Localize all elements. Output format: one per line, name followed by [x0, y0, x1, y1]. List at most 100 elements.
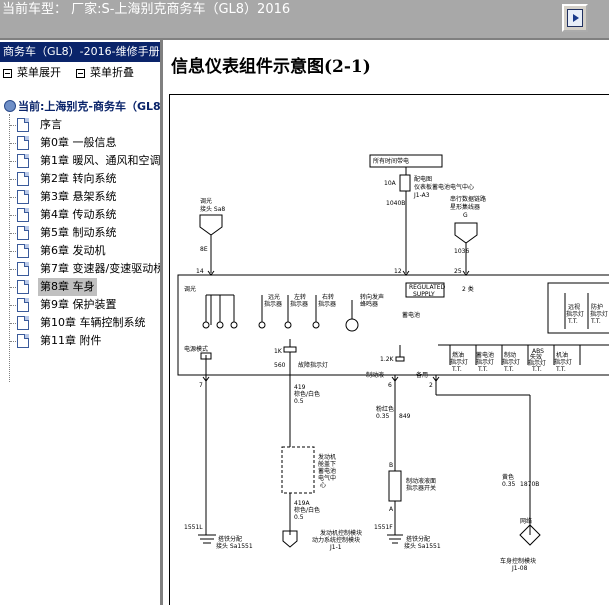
chime-label-1: 转向发声: [360, 293, 384, 301]
collapse-label: 菜单折叠: [90, 66, 134, 79]
tree-item-chapter-2[interactable]: 第2章 转向系统: [0, 170, 160, 188]
tree-item-preface[interactable]: 序言: [0, 116, 160, 134]
tree-item-label: 第4章 传动系统: [40, 208, 117, 221]
page-icon: [17, 118, 29, 132]
page-title: 信息仪表组件示意图(2-1): [171, 57, 371, 77]
tree-item-chapter-10[interactable]: 第10章 车辆控制系统: [0, 314, 160, 332]
dimmer-connector-icon: [199, 214, 223, 236]
hot-label: 所有时间带电: [373, 157, 409, 165]
pin-25: 25: [454, 268, 462, 275]
bcm-label-1: 车身控制模块: [500, 557, 536, 565]
tree-item-chapter-1[interactable]: 第1章 暖风、通风和空调: [0, 152, 160, 170]
cluster-dimmer-label: 调光: [184, 285, 196, 293]
dimmer-label-1: 调光: [200, 197, 212, 205]
fuel-label-3: T.T.: [451, 366, 462, 373]
tree-root[interactable]: 当前:上海别克-商务车（GL8）: [0, 98, 160, 116]
page-icon: [17, 262, 29, 276]
page-icon: [17, 244, 29, 258]
page-icon: [17, 226, 29, 240]
batt-lamp-label-1: 蓄电池: [476, 351, 494, 359]
serial-label-1: 串行数据链路: [450, 195, 486, 203]
fuel-label-2: 指示灯: [450, 358, 468, 366]
pin-6: 6: [388, 382, 392, 389]
oil-label-1: 机油: [556, 351, 568, 359]
ground-left-label-1: 搭铁分配: [218, 535, 242, 543]
content-pane: 信息仪表组件示意图(2-1) 所有时间带电 10A 配电图 仪表板蓄电池电气中心…: [163, 40, 609, 605]
wire-419-3: 0.5: [294, 398, 304, 405]
pin-14: 14: [196, 268, 204, 275]
expand-icon: [3, 68, 12, 78]
ecm-label-3: J1-1: [329, 544, 342, 551]
engine-box-label-1: 发动机: [318, 453, 336, 461]
tree-item-label: 第3章 悬架系统: [40, 190, 117, 203]
expand-label: 菜单展开: [17, 66, 61, 79]
manual-title[interactable]: 商务车（GL8）-2016-维修手册: [0, 42, 160, 62]
serial-data-connector-icon: [454, 222, 478, 244]
brake-fluid-label: 制动液: [366, 371, 384, 379]
far-label-1: 远视: [568, 303, 580, 311]
res-1-2k: 1.2K: [380, 356, 395, 363]
tree-item-chapter-7[interactable]: 第7章 变速器/变速驱动桥: [0, 260, 160, 278]
ground-icon: [387, 534, 403, 544]
left-turn-label-2: 指示器: [290, 300, 308, 308]
menu-toolbar: 菜单展开 菜单折叠: [0, 64, 160, 82]
window-title: 当前车型： 厂家:S-上海别克商务车（GL8）2016: [2, 2, 291, 17]
brake-lamp-label-3: T.T.: [503, 366, 514, 373]
tree-item-chapter-4[interactable]: 第4章 传动系统: [0, 206, 160, 224]
power-mode-label: 电源模式: [184, 345, 208, 353]
dimmer-wire: 8E: [200, 246, 208, 253]
tree-item-chapter-8[interactable]: 第8章 车身: [0, 278, 160, 296]
far-label-3: T.T.: [567, 318, 578, 325]
wire-419-2: 棕色/白色: [294, 390, 320, 398]
wire-419-1: 419: [294, 384, 306, 391]
batt-lamp-label-2: 指示灯: [476, 358, 494, 366]
page-icon: [17, 154, 29, 168]
expand-menu-button[interactable]: 菜单展开: [3, 64, 61, 82]
tree-item-chapter-11[interactable]: 第11章 附件: [0, 332, 160, 350]
tree-root-label: 当前:上海别克-商务车（GL8）: [18, 100, 160, 113]
ground-left-label-2: 接头 Sa1551: [216, 542, 253, 550]
fuse-box-label-2: 仪表板蓄电池电气中心: [414, 183, 474, 191]
collapse-icon: [76, 68, 85, 78]
batt-lamp-label-3: T.T.: [477, 366, 488, 373]
guard-label-1: 防护: [591, 303, 603, 311]
tree-item-label: 第11章 附件: [40, 334, 102, 347]
buzzer-icon: [345, 318, 359, 332]
guard-label-3: T.T.: [590, 318, 601, 325]
tree-item-chapter-6[interactable]: 第6章 发动机: [0, 242, 160, 260]
wire-1040b: 1040B: [386, 200, 405, 207]
tree-item-label: 第0章 一般信息: [40, 136, 117, 149]
exit-button[interactable]: [562, 4, 588, 32]
tree-item-chapter-5[interactable]: 第5章 制动系统: [0, 224, 160, 242]
tree-item-label: 第8章 车身: [38, 278, 97, 296]
bcm-label-2: J1-08: [511, 565, 528, 572]
wire-419a-3: 0.5: [294, 514, 304, 521]
tree-item-label: 第6章 发动机: [40, 244, 106, 257]
tree-item-label: 第1章 暖风、通风和空调: [40, 154, 160, 167]
tree-item-label: 第5章 制动系统: [40, 226, 117, 239]
page-icon: [17, 172, 29, 186]
page-icon: [17, 298, 29, 312]
page-icon: [17, 280, 29, 294]
engine-box-label-2: 舱盖下: [318, 460, 336, 468]
tree-item-chapter-9[interactable]: 第9章 保护装置: [0, 296, 160, 314]
ecm-label-1: 发动机控制模块: [320, 529, 362, 537]
sidebar: 商务车（GL8）-2016-维修手册 菜单展开 菜单折叠 当前:上海别克-商务车…: [0, 40, 163, 605]
tree-item-chapter-0[interactable]: 第0章 一般信息: [0, 134, 160, 152]
tree-item-label: 第7章 变速器/变速驱动桥: [40, 262, 160, 275]
serial-label-3: G: [463, 212, 468, 219]
wiring-diagram: 所有时间带电 10A 配电图 仪表板蓄电池电气中心 J1-A3 1040B 调光…: [169, 94, 609, 605]
left-turn-label-1: 左转: [294, 293, 306, 301]
fuse-box-label-3: J1-A3: [413, 192, 430, 199]
collapse-menu-button[interactable]: 菜单折叠: [76, 64, 134, 82]
oil-label-3: T.T.: [555, 366, 566, 373]
res-1k: 1K: [274, 348, 283, 355]
ground-mid-label-1: 搭铁分配: [406, 535, 430, 543]
tree-item-label: 第2章 转向系统: [40, 172, 117, 185]
switch-label-2: 指示器开关: [406, 484, 436, 492]
tree-item-chapter-3[interactable]: 第3章 悬架系统: [0, 188, 160, 206]
spare-label: 备用: [416, 371, 428, 379]
pin-a: A: [389, 506, 394, 513]
ground-1551l: 1551L: [184, 524, 203, 531]
serial-label-2: 星形集线器: [450, 203, 480, 211]
